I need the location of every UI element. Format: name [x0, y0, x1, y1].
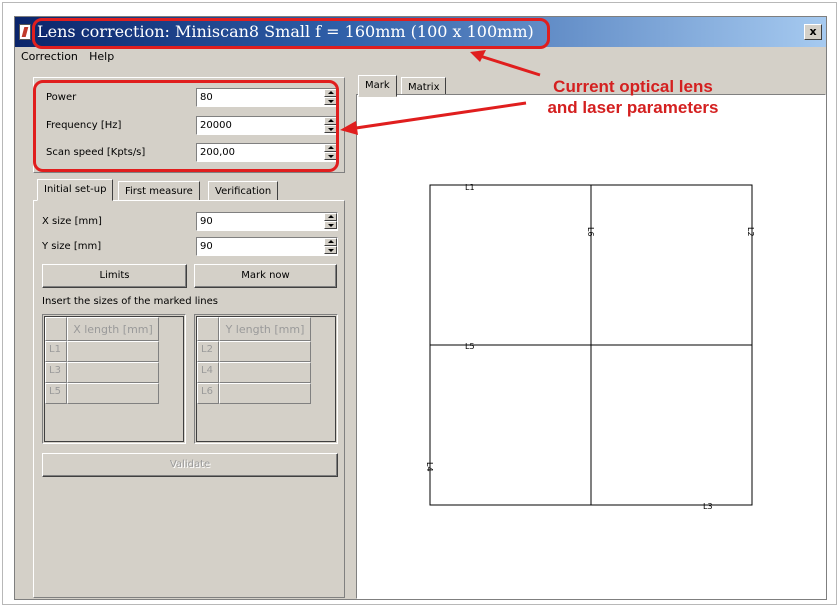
x-size-up-arrow-icon[interactable] [324, 213, 337, 221]
x-length-header: X length [mm] [67, 317, 159, 341]
line-label-l2: L2 [746, 227, 755, 237]
y-length-header: Y length [mm] [219, 317, 311, 341]
y-size-up-arrow-icon[interactable] [324, 238, 337, 246]
annotation-line-1: Current optical lens [553, 77, 713, 96]
table-row-l2: L2 [197, 341, 219, 362]
table-row-l6: L6 [197, 383, 219, 404]
tab-initial-setup[interactable]: Initial set-up [37, 179, 114, 201]
line-label-l6: L6 [586, 227, 595, 237]
x-size-label: X size [mm] [42, 216, 102, 227]
mark-preview-canvas: L1 L5 L3 L6 L2 L4 [356, 94, 826, 599]
table-row-l4: L4 [197, 362, 219, 383]
x-size-spinbox[interactable]: 90 [196, 212, 338, 231]
y-length-cell-l2[interactable] [219, 341, 311, 362]
x-size-down-arrow-icon[interactable] [324, 221, 337, 229]
x-size-value: 90 [200, 216, 213, 227]
annotation-line-2: and laser parameters [547, 98, 719, 117]
table-row-l5: L5 [45, 383, 67, 404]
tab-mark[interactable]: Mark [358, 75, 397, 97]
y-size-label: Y size [mm] [42, 241, 102, 252]
x-length-cell-l1[interactable] [67, 341, 159, 362]
y-length-table[interactable]: Y length [mm] L2 L4 L6 [194, 314, 338, 444]
mark-now-button[interactable]: Mark now [194, 264, 337, 288]
y-length-cell-l4[interactable] [219, 362, 311, 383]
close-button[interactable]: x [804, 24, 822, 40]
menu-bar: Correction Help [15, 47, 826, 67]
x-table-corner [45, 317, 67, 341]
x-length-cell-l5[interactable] [67, 383, 159, 404]
tab-verification[interactable]: Verification [208, 181, 279, 201]
y-size-row: Y size [mm] 90 [34, 237, 344, 257]
validate-button[interactable]: Validate [42, 453, 338, 477]
line-label-l4: L4 [425, 462, 434, 472]
insert-sizes-label: Insert the sizes of the marked lines [42, 296, 218, 307]
parameters-highlight-box [33, 80, 339, 172]
table-row-l3: L3 [45, 362, 67, 383]
y-size-spinbox[interactable]: 90 [196, 237, 338, 256]
title-highlight-box [32, 18, 550, 49]
table-row-l1: L1 [45, 341, 67, 362]
calibration-grid-drawing: L1 L5 L3 L6 L2 L4 [425, 183, 755, 511]
y-table-corner [197, 317, 219, 341]
x-length-table[interactable]: X length [mm] L1 L3 L5 [42, 314, 186, 444]
x-size-row: X size [mm] 90 [34, 212, 344, 232]
tab-first-measure[interactable]: First measure [118, 181, 200, 201]
app-icon [19, 24, 31, 40]
line-label-l5: L5 [465, 342, 475, 351]
annotation-callout: Current optical lens and laser parameter… [528, 76, 738, 118]
y-size-down-arrow-icon[interactable] [324, 246, 337, 254]
x-length-cell-l3[interactable] [67, 362, 159, 383]
y-length-cell-l6[interactable] [219, 383, 311, 404]
y-size-value: 90 [200, 241, 213, 252]
initial-setup-page: X size [mm] 90 Y size [mm] 90 Limits Mar… [33, 200, 345, 598]
menu-help[interactable]: Help [85, 47, 118, 63]
menu-correction[interactable]: Correction [15, 47, 82, 63]
line-label-l1: L1 [465, 183, 475, 192]
limits-button[interactable]: Limits [42, 264, 187, 288]
line-label-l3: L3 [703, 502, 713, 511]
